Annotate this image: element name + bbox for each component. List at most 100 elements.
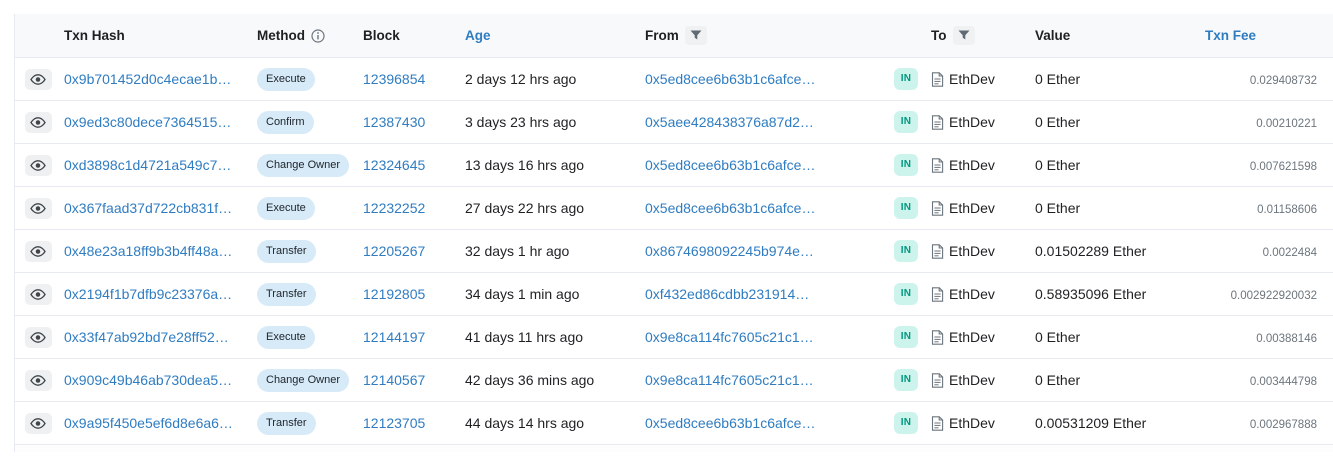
direction-badge: IN <box>894 326 919 348</box>
header-age[interactable]: Age <box>465 28 645 43</box>
block-link[interactable]: 12140567 <box>363 372 425 388</box>
txn-hash-link[interactable]: 0x2194f1b7dfb9c23376a… <box>64 286 232 302</box>
from-address-link[interactable]: 0x5aee428438376a87d2… <box>645 114 814 130</box>
txn-hash-link[interactable]: 0x909c49b46ab730dea5… <box>64 372 232 388</box>
table-header: Txn Hash Method Block Age From To <box>15 14 1333 58</box>
eye-icon <box>30 160 46 171</box>
table-row: 0x9b701452d0c4ecae1b… Execute 12396854 2… <box>15 58 1333 101</box>
to-name-link[interactable]: EthDev <box>949 157 995 173</box>
direction-badge: IN <box>894 240 919 262</box>
view-details-button[interactable] <box>25 241 52 262</box>
txn-fee-text: 0.00388146 <box>1256 333 1317 345</box>
age-text: 13 days 16 hrs ago <box>465 157 584 173</box>
method-badge: Execute <box>257 68 315 91</box>
to-name-link[interactable]: EthDev <box>949 329 995 345</box>
method-badge: Execute <box>257 326 315 349</box>
table-row: 0x2194f1b7dfb9c23376a… Transfer 12192805… <box>15 273 1333 316</box>
view-details-button[interactable] <box>25 112 52 133</box>
method-badge: Change Owner <box>257 369 349 392</box>
from-filter-button[interactable] <box>685 26 707 45</box>
value-text: 0 Ether <box>1035 114 1080 130</box>
document-icon <box>931 201 944 216</box>
block-link[interactable]: 12232252 <box>363 200 425 216</box>
view-details-button[interactable] <box>25 155 52 176</box>
block-link[interactable]: 12205267 <box>363 243 425 259</box>
eye-icon <box>30 332 46 343</box>
transactions-table: Txn Hash Method Block Age From To <box>14 14 1333 452</box>
txn-fee-text: 0.0022484 <box>1263 247 1317 259</box>
from-address-link[interactable]: 0x9e8ca114fc7605c21c1… <box>645 372 814 388</box>
header-from: From <box>645 26 881 45</box>
method-info-icon[interactable] <box>311 29 325 43</box>
txn-hash-link[interactable]: 0x367faad37d722cb831f… <box>64 200 232 216</box>
info-circle-icon <box>311 29 325 43</box>
age-text: 41 days 11 hrs ago <box>465 329 583 345</box>
age-text: 27 days 22 hrs ago <box>465 200 584 216</box>
document-icon <box>931 416 944 431</box>
to-filter-button[interactable] <box>953 26 975 45</box>
view-details-button[interactable] <box>25 327 52 348</box>
txn-fee-text: 0.003444798 <box>1250 376 1317 388</box>
from-address-link[interactable]: 0x5ed8cee6b63b1c6afce… <box>645 200 815 216</box>
block-link[interactable]: 12396854 <box>363 71 425 87</box>
txn-hash-link[interactable]: 0x33f47ab92bd7e28ff52… <box>64 329 229 345</box>
to-name-link[interactable]: EthDev <box>949 243 995 259</box>
block-link[interactable]: 12192805 <box>363 286 425 302</box>
to-name-link[interactable]: EthDev <box>949 286 995 302</box>
value-text: 0 Ether <box>1035 372 1080 388</box>
value-text: 0 Ether <box>1035 329 1080 345</box>
from-address-link[interactable]: 0x5ed8cee6b63b1c6afce… <box>645 71 815 87</box>
eye-icon <box>30 117 46 128</box>
block-link[interactable]: 12387430 <box>363 114 425 130</box>
view-details-button[interactable] <box>25 198 52 219</box>
txn-hash-link[interactable]: 0x48e23a18ff9b3b4ff48a… <box>64 243 232 259</box>
card-footer-strip <box>15 445 1333 452</box>
value-text: 0.00531209 Ether <box>1035 415 1146 431</box>
value-text: 0 Ether <box>1035 157 1080 173</box>
document-icon <box>931 115 944 130</box>
direction-badge: IN <box>894 111 919 133</box>
to-name-link[interactable]: EthDev <box>949 415 995 431</box>
block-link[interactable]: 12324645 <box>363 157 425 173</box>
value-text: 0.01502289 Ether <box>1035 243 1146 259</box>
txn-hash-link[interactable]: 0x9a95f450e5ef6d8e6a6… <box>64 415 233 431</box>
table-row: 0x9a95f450e5ef6d8e6a6… Transfer 12123705… <box>15 402 1333 445</box>
txn-hash-link[interactable]: 0x9ed3c80dece7364515… <box>64 114 231 130</box>
txn-hash-link[interactable]: 0x9b701452d0c4ecae1b… <box>64 71 231 87</box>
method-badge: Change Owner <box>257 154 349 177</box>
from-address-link[interactable]: 0x9e8ca114fc7605c21c1… <box>645 329 814 345</box>
direction-badge: IN <box>894 412 919 434</box>
txn-fee-text: 0.002922920032 <box>1231 290 1317 302</box>
view-details-button[interactable] <box>25 69 52 90</box>
from-address-link[interactable]: 0x5ed8cee6b63b1c6afce… <box>645 157 815 173</box>
direction-badge: IN <box>894 68 919 90</box>
eye-icon <box>30 418 46 429</box>
value-text: 0 Ether <box>1035 200 1080 216</box>
eye-icon <box>30 289 46 300</box>
to-name-link[interactable]: EthDev <box>949 200 995 216</box>
filter-funnel-icon <box>958 30 970 41</box>
view-details-button[interactable] <box>25 413 52 434</box>
table-row: 0x367faad37d722cb831f… Execute 12232252 … <box>15 187 1333 230</box>
document-icon <box>931 330 944 345</box>
block-link[interactable]: 12123705 <box>363 415 425 431</box>
view-details-button[interactable] <box>25 284 52 305</box>
from-address-link[interactable]: 0x5ed8cee6b63b1c6afce… <box>645 415 815 431</box>
txn-hash-link[interactable]: 0xd3898c1d4721a549c7… <box>64 157 231 173</box>
age-text: 42 days 36 mins ago <box>465 372 594 388</box>
method-badge: Confirm <box>257 111 314 134</box>
to-name-link[interactable]: EthDev <box>949 71 995 87</box>
document-icon <box>931 287 944 302</box>
from-address-link[interactable]: 0x8674698092245b974e… <box>645 243 814 259</box>
header-txn-fee[interactable]: Txn Fee <box>1201 28 1333 43</box>
block-link[interactable]: 12144197 <box>363 329 425 345</box>
filter-funnel-icon <box>690 30 702 41</box>
method-badge: Execute <box>257 197 315 220</box>
method-badge: Transfer <box>257 283 316 306</box>
table-row: 0xd3898c1d4721a549c7… Change Owner 12324… <box>15 144 1333 187</box>
to-name-link[interactable]: EthDev <box>949 114 995 130</box>
view-details-button[interactable] <box>25 370 52 391</box>
to-name-link[interactable]: EthDev <box>949 372 995 388</box>
eye-icon <box>30 375 46 386</box>
from-address-link[interactable]: 0xf432ed86cdbb231914… <box>645 286 809 302</box>
